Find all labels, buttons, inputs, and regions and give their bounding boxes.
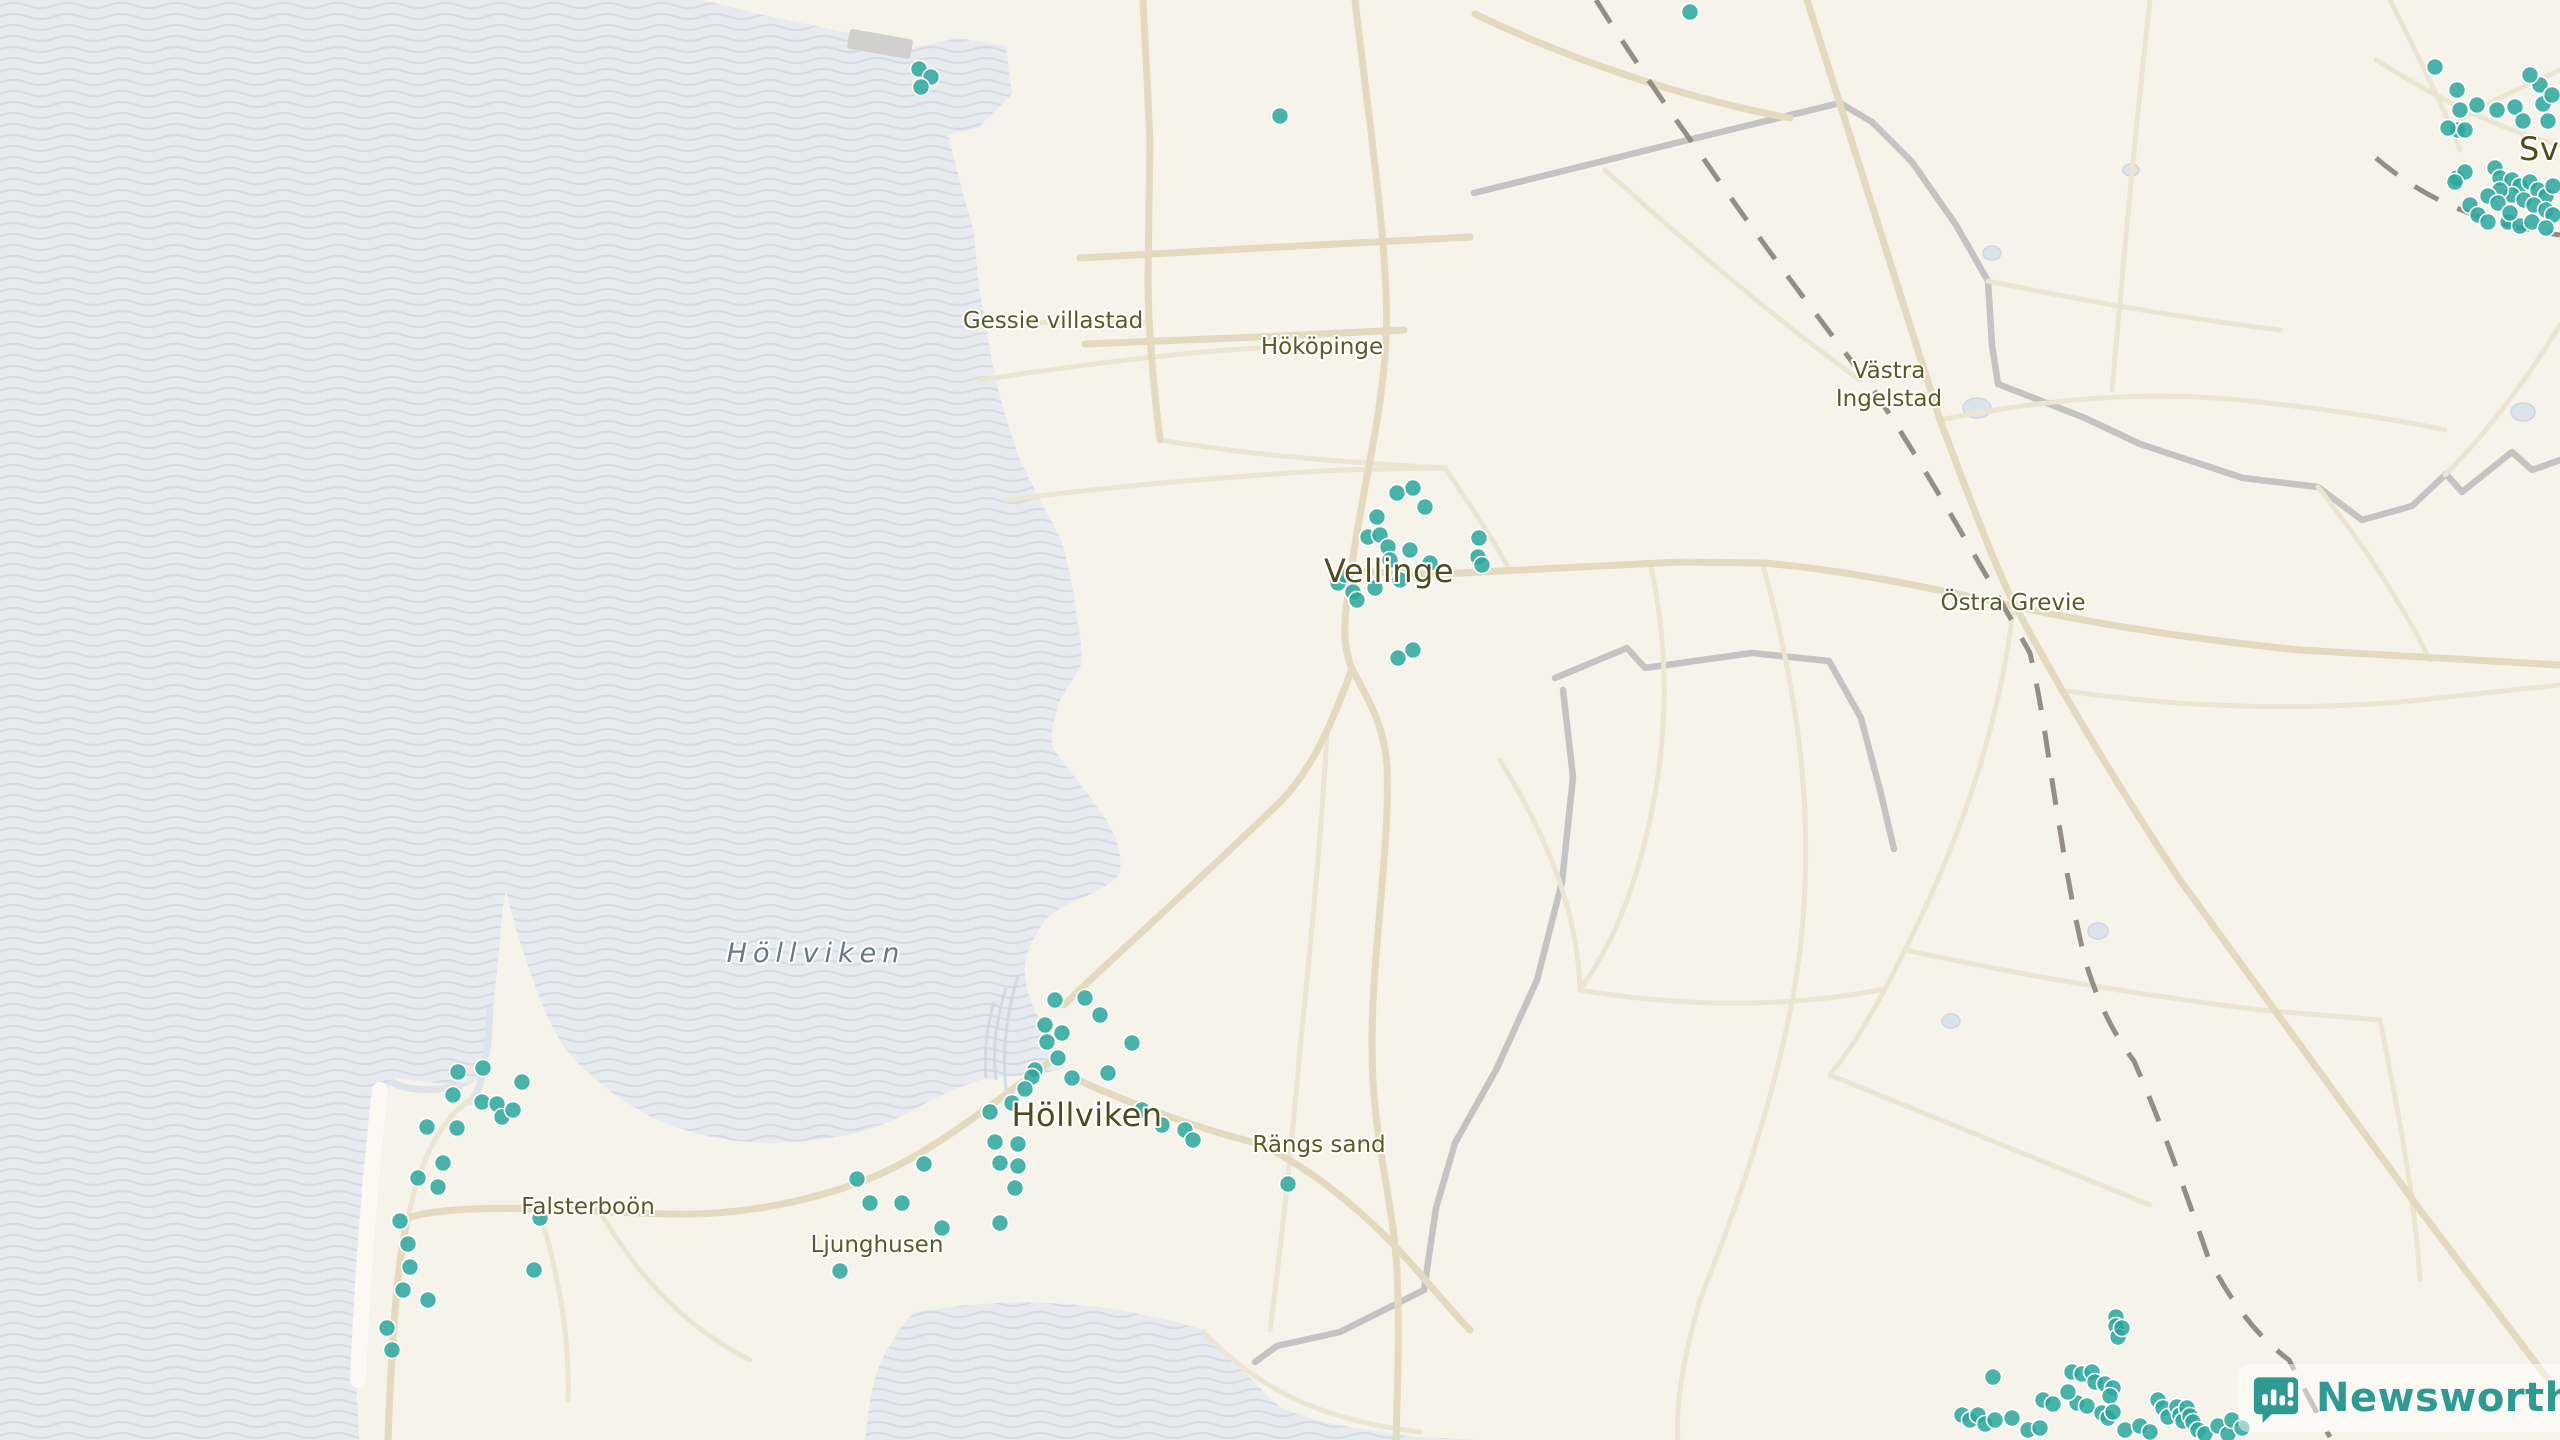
data-point-dot xyxy=(992,1155,1009,1172)
data-point-dot xyxy=(1010,1158,1027,1175)
place-label-svedala: Svedala xyxy=(2519,130,2560,168)
data-point-dot xyxy=(419,1119,436,1136)
data-point-dot xyxy=(916,1156,933,1173)
data-point-dot xyxy=(400,1236,417,1253)
data-point-dot xyxy=(445,1087,462,1104)
data-point-dot xyxy=(395,1282,412,1299)
place-label-r-ngs-sand: Rängs sand xyxy=(1252,1132,1385,1158)
data-point-dot xyxy=(449,1120,466,1137)
data-point-dot xyxy=(1280,1176,1297,1193)
place-label-h-k-pinge: Hököpinge xyxy=(1261,334,1383,360)
data-point-dot xyxy=(2502,205,2519,222)
data-point-dot xyxy=(526,1262,543,1279)
data-point-dot xyxy=(1017,1081,1034,1098)
data-point-dot xyxy=(1054,1025,1071,1042)
data-point-dot xyxy=(2032,1420,2049,1437)
data-point-dot xyxy=(2142,1424,2159,1440)
data-point-dot xyxy=(2060,1384,2077,1401)
place-label-h-llviken: Höllviken xyxy=(1011,1096,1162,1134)
data-point-dot xyxy=(430,1179,447,1196)
data-point-dot xyxy=(1007,1180,1024,1197)
data-point-dot xyxy=(2004,1410,2021,1427)
data-point-dot xyxy=(2515,113,2532,130)
data-point-dot xyxy=(1039,1034,1056,1051)
data-point-dot xyxy=(913,79,930,96)
data-point-dot xyxy=(2545,178,2560,195)
data-point-dot xyxy=(1185,1132,1202,1149)
data-point-dot xyxy=(1682,4,1699,21)
data-point-dot xyxy=(2522,67,2539,84)
data-point-dot xyxy=(1369,509,1386,526)
data-point-dot xyxy=(2469,97,2486,114)
place-label-ljunghusen: Ljunghusen xyxy=(811,1232,944,1258)
data-point-dot xyxy=(379,1320,396,1337)
data-point-dot xyxy=(420,1292,437,1309)
data-point-dot xyxy=(1124,1035,1141,1052)
data-point-dot xyxy=(2538,220,2555,237)
data-point-dot xyxy=(1010,1136,1027,1153)
data-point-dot xyxy=(2447,174,2464,191)
data-point-dot xyxy=(1100,1065,1117,1082)
data-point-dot xyxy=(1050,1050,1067,1067)
data-point-dot xyxy=(2045,1396,2062,1413)
newsworthy-bar-chart-icon xyxy=(2250,1372,2302,1424)
data-point-dot xyxy=(992,1215,1009,1232)
data-point-dot xyxy=(402,1259,419,1276)
data-point-dot xyxy=(2449,82,2466,99)
data-point-dot xyxy=(2105,1404,2122,1421)
data-point-dot xyxy=(392,1213,409,1230)
data-point-dot xyxy=(1047,992,1064,1009)
data-point-dot xyxy=(1474,557,1491,574)
data-point-dot xyxy=(1389,485,1406,502)
data-point-dot xyxy=(505,1102,522,1119)
data-point-dot xyxy=(2457,122,2474,139)
data-point-dot xyxy=(1077,990,1094,1007)
data-point-dot xyxy=(1092,1007,1109,1024)
data-point-dot xyxy=(514,1074,531,1091)
data-point-dot xyxy=(1064,1070,1081,1087)
newsworthy-brand-text: Newsworthy xyxy=(2316,1375,2560,1421)
data-point-dot xyxy=(1417,499,1434,516)
data-point-dot xyxy=(1471,530,1488,547)
newsworthy-logo[interactable]: Newsworthy xyxy=(2238,1364,2560,1432)
place-label-falsterbo-n: Falsterboön xyxy=(521,1194,655,1220)
data-point-dot xyxy=(1390,650,1407,667)
data-point-dot xyxy=(2480,214,2497,231)
place-label-h-llviken: Höllviken xyxy=(727,938,906,969)
data-point-dot xyxy=(987,1134,1004,1151)
place-label-vellinge: Vellinge xyxy=(1324,552,1454,590)
data-point-dot xyxy=(2114,1320,2131,1337)
data-point-dot xyxy=(1987,1412,2004,1429)
data-point-dot xyxy=(1985,1369,2002,1386)
data-point-dot xyxy=(435,1155,452,1172)
map-svg: Gessie villastadHököpingeVästraIngelstad… xyxy=(0,0,2560,1440)
data-point-dot xyxy=(862,1195,879,1212)
data-point-dot xyxy=(450,1064,467,1081)
data-point-dot xyxy=(2544,87,2560,104)
data-point-dot xyxy=(1037,1017,1054,1034)
data-point-dot xyxy=(1349,592,1366,609)
data-point-dot xyxy=(894,1195,911,1212)
data-point-dot xyxy=(1405,480,1422,497)
data-point-dot xyxy=(832,1263,849,1280)
data-point-dot xyxy=(1272,108,1289,125)
place-label--stra-grevie: Östra Grevie xyxy=(1940,588,2085,616)
data-point-dot xyxy=(849,1171,866,1188)
data-point-dot xyxy=(2427,59,2444,76)
data-point-dot xyxy=(982,1104,999,1121)
data-point-dot xyxy=(2489,102,2506,119)
data-point-dot xyxy=(384,1342,401,1359)
data-point-dot xyxy=(2452,102,2469,119)
place-label-gessie-villastad: Gessie villastad xyxy=(963,308,1143,334)
data-point-dot xyxy=(410,1170,427,1187)
map-canvas[interactable]: Gessie villastadHököpingeVästraIngelstad… xyxy=(0,0,2560,1440)
data-point-dot xyxy=(2440,120,2457,137)
data-point-dot xyxy=(475,1060,492,1077)
data-point-dot xyxy=(2540,113,2557,130)
data-point-dot xyxy=(2102,1388,2119,1405)
